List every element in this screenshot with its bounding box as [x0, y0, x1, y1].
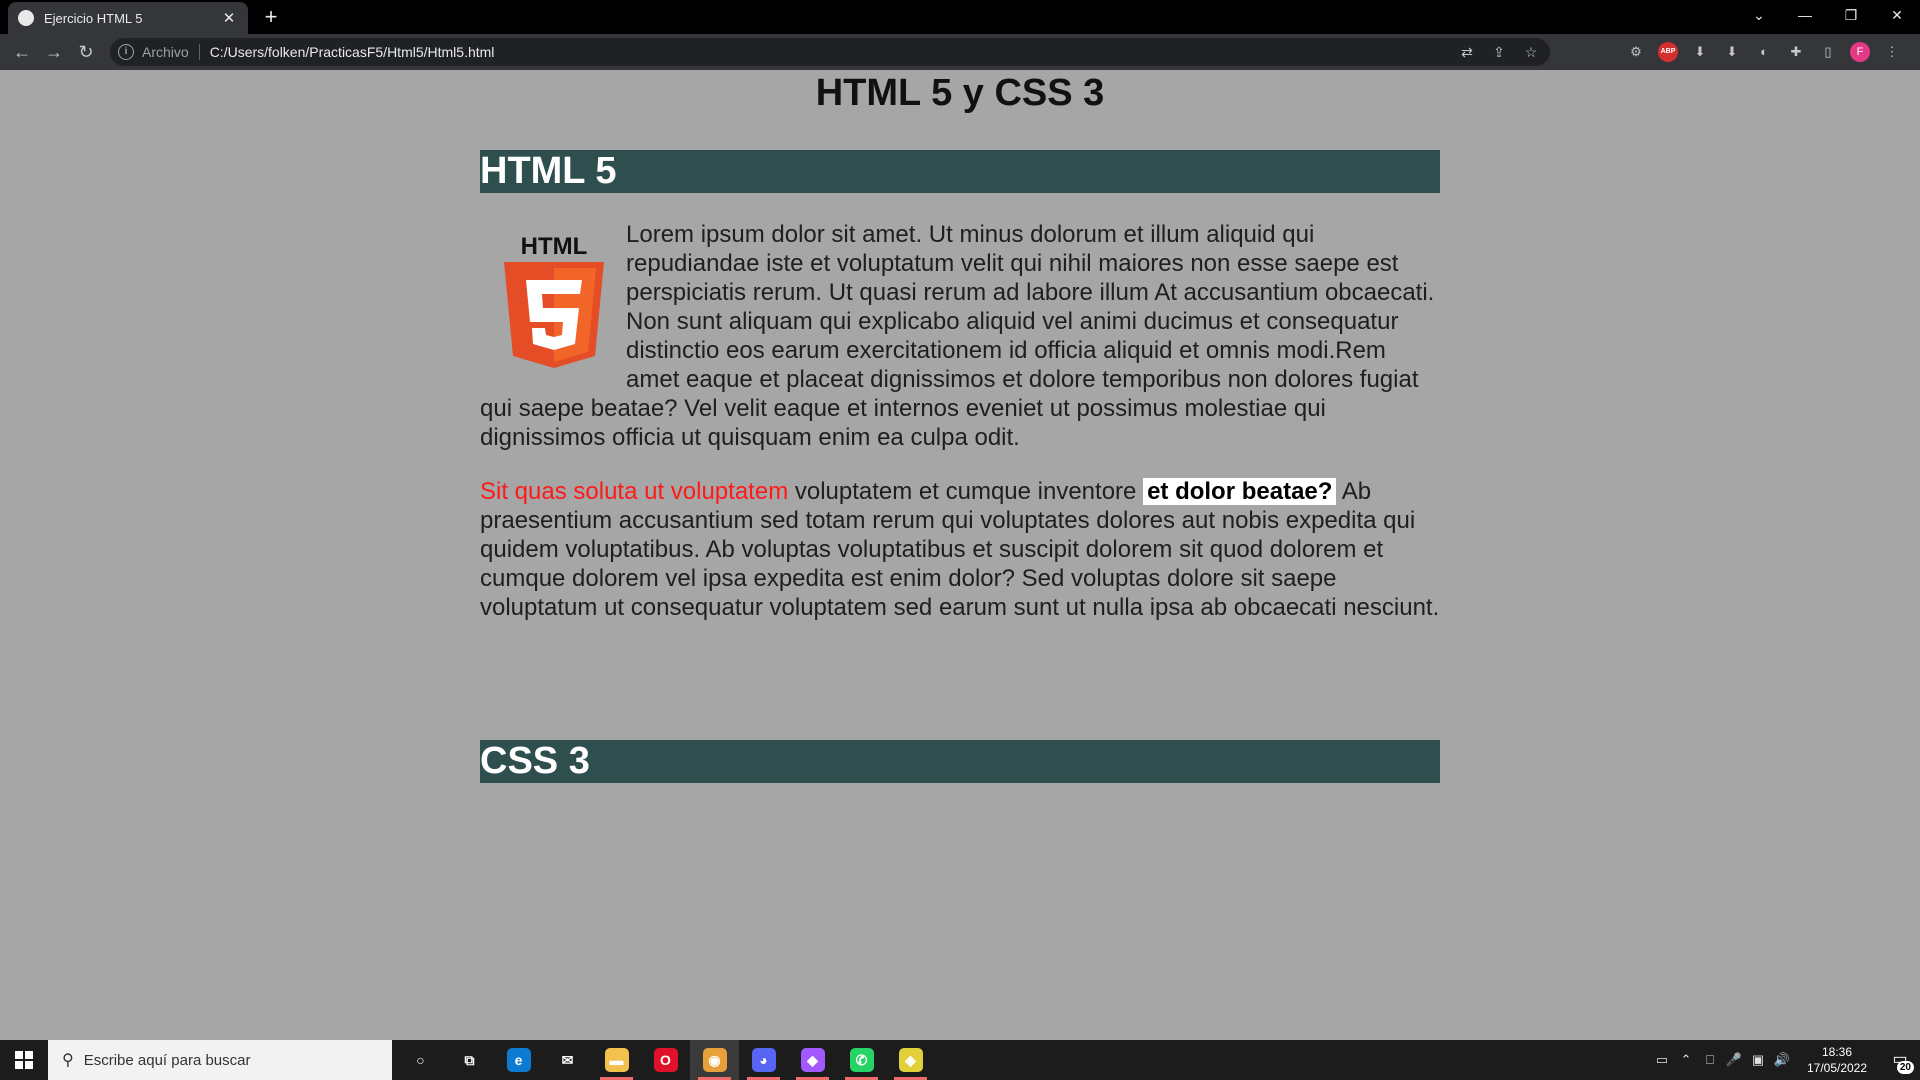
windows-logo-icon	[15, 1051, 33, 1069]
file-explorer-icon: ▬	[604, 1048, 629, 1072]
taskbar-app-button[interactable]: ◉	[690, 1040, 739, 1080]
taskbar-app-button[interactable]: ✆	[837, 1040, 886, 1080]
taskbar-app-button[interactable]: ◆	[788, 1040, 837, 1080]
task-view-icon: ⧉	[464, 1052, 475, 1068]
tab-search-button[interactable]: ⌄	[1736, 0, 1782, 30]
highlighted-text: et dolor beatae?	[1143, 478, 1337, 505]
browser-tab[interactable]: Ejercicio HTML 5 ✕	[8, 2, 248, 34]
network-icon[interactable]: ▣	[1746, 1052, 1770, 1068]
html5-section-content: HTML Lorem ipsum dolor sit amet. Ut minu…	[480, 220, 1440, 647]
favicon-icon	[18, 10, 34, 26]
section-heading-html5: HTML 5	[480, 150, 1440, 193]
extension-icon[interactable]: ⚙	[1626, 42, 1646, 62]
download-arrow-icon[interactable]: ⬇	[1690, 42, 1710, 62]
close-window-button[interactable]: ✕	[1874, 0, 1920, 30]
taskbar-app-button[interactable]: ◕	[739, 1040, 788, 1080]
adblock-plus-icon[interactable]: ABP	[1658, 42, 1678, 62]
taskbar-search[interactable]: ⚲ Escribe aquí para buscar	[48, 1040, 392, 1080]
volume-icon[interactable]: 🔊	[1770, 1052, 1794, 1068]
system-tray: ▭ ⌃ ⎕ 🎤 ▣ 🔊 18:36 17/05/2022 ▭ 20	[1650, 1040, 1920, 1080]
minimize-button[interactable]: —	[1782, 0, 1828, 30]
red-text: Sit quas soluta ut voluptatem	[480, 478, 789, 505]
keyboard-layout-icon[interactable]: ▭	[1650, 1052, 1674, 1068]
page-viewport: HTML 5 y CSS 3 HTML 5 HTML Lorem ipsum d…	[0, 70, 1920, 1040]
whatsapp-icon: ✆	[849, 1048, 874, 1072]
share-icon[interactable]: ⇪	[1490, 43, 1508, 61]
browser-toolbar: ← → ↻ i Archivo C:/Users/folken/Practica…	[0, 34, 1920, 70]
taskbar-app-button[interactable]: O	[641, 1040, 690, 1080]
taskbar-app-button[interactable]: ◈	[886, 1040, 935, 1080]
search-placeholder: Escribe aquí para buscar	[83, 1051, 251, 1069]
paragraph-lorem: Lorem ipsum dolor sit amet. Ut minus dol…	[480, 221, 1435, 451]
device-icon[interactable]: ⎕	[1698, 1052, 1722, 1068]
page-title: HTML 5 y CSS 3	[815, 72, 1105, 114]
taskbar-app-button[interactable]: ▬	[592, 1040, 641, 1080]
tab-strip: Ejercicio HTML 5 ✕ + ⌄ — ❐ ✕	[0, 0, 1920, 34]
taskbar: ⚲ Escribe aquí para buscar ○ ⧉ e ✉ ▬ O ◉ ◕ ◆ ✆ ◈ ▭…	[0, 1040, 1920, 1080]
taskbar-app-button[interactable]: ✉	[543, 1040, 592, 1080]
clock[interactable]: 18:36 17/05/2022	[1802, 1044, 1872, 1076]
color-wheel-icon[interactable]: ◐	[1754, 42, 1774, 62]
microphone-icon[interactable]: 🎤	[1722, 1052, 1746, 1068]
translate-icon[interactable]: ⇄	[1458, 43, 1476, 61]
clock-date: 17/05/2022	[1806, 1061, 1868, 1075]
mail-icon: ✉	[561, 1052, 574, 1068]
html5-logo: HTML	[504, 233, 604, 368]
plain-text: voluptatem et cumque inventore	[788, 478, 1144, 505]
omnibox-divider	[198, 44, 200, 60]
side-panel-icon[interactable]: ▯	[1818, 42, 1838, 62]
back-button[interactable]: ←	[10, 40, 34, 64]
new-tab-button[interactable]: +	[258, 4, 284, 30]
reload-button[interactable]: ↻	[74, 40, 98, 64]
menu-icon[interactable]: ⋮	[1882, 42, 1902, 62]
notification-center-button[interactable]: ▭ 20	[1880, 1040, 1920, 1080]
download-arrow-icon[interactable]: ⬇	[1722, 42, 1742, 62]
address-bar[interactable]: i Archivo C:/Users/folken/PracticasF5/Ht…	[110, 38, 1550, 66]
chrome-icon: ◉	[702, 1048, 727, 1072]
edge-icon: e	[506, 1048, 531, 1072]
bookmark-star-icon[interactable]: ☆	[1522, 43, 1540, 61]
info-icon[interactable]: i	[118, 44, 134, 60]
taskbar-app-button[interactable]: e	[494, 1040, 543, 1080]
html5-logo-text: HTML	[521, 233, 588, 260]
notification-badge: 20	[1896, 1061, 1914, 1074]
puzzle-icon[interactable]: ✚	[1786, 42, 1806, 62]
taskbar-app-button[interactable]: ○	[396, 1040, 445, 1080]
scheme-label: Archivo	[142, 44, 189, 60]
restore-button[interactable]: ❐	[1828, 0, 1874, 30]
chevron-up-icon[interactable]: ⌃	[1674, 1052, 1698, 1068]
section-heading-css3: CSS 3	[480, 740, 1440, 783]
start-button[interactable]	[0, 1040, 48, 1080]
discord-icon: ◕	[751, 1048, 776, 1072]
tab-title: Ejercicio HTML 5	[44, 10, 143, 26]
forward-button[interactable]: →	[42, 40, 66, 64]
url-text[interactable]: C:/Users/folken/PracticasF5/Html5/Html5.…	[210, 44, 495, 60]
clock-time: 18:36	[1821, 1045, 1853, 1059]
tab-close-icon[interactable]: ✕	[220, 9, 238, 27]
cortana-icon: ○	[416, 1052, 425, 1068]
avatar[interactable]: F	[1850, 42, 1870, 62]
opera-icon: O	[653, 1048, 678, 1072]
taskbar-app-button[interactable]: ⧉	[445, 1040, 494, 1080]
paragraph-styled: Sit quas soluta ut voluptatem voluptatem…	[480, 477, 1440, 622]
search-icon: ⚲	[62, 1052, 74, 1069]
git-icon: ◈	[898, 1048, 923, 1072]
taskbar-apps: ○ ⧉ e ✉ ▬ O ◉ ◕ ◆ ✆ ◈	[396, 1040, 935, 1080]
figma-icon: ◆	[800, 1048, 825, 1072]
